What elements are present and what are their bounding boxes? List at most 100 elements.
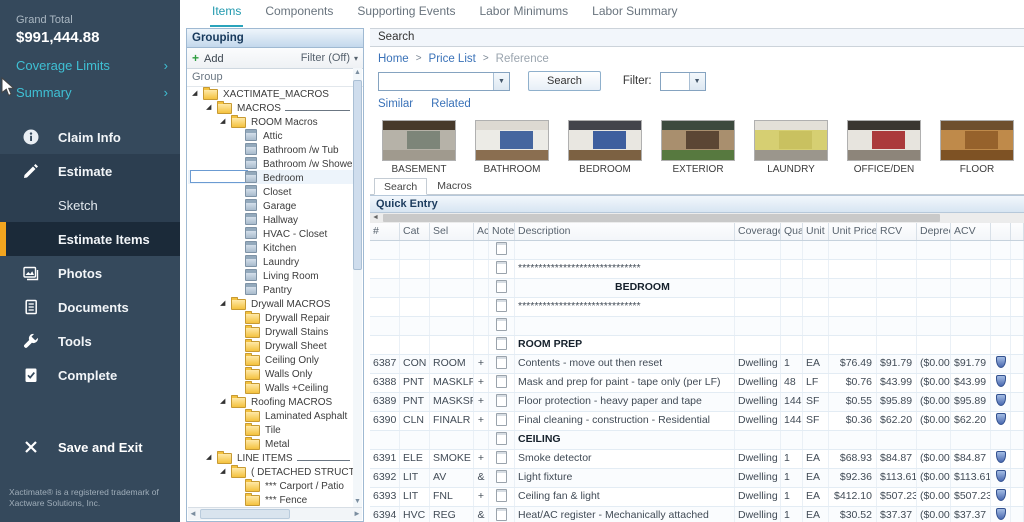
tab-components[interactable]: Components: [263, 1, 335, 27]
tree-item-laundry[interactable]: Laundry: [188, 254, 353, 268]
thumbnail-bathroom[interactable]: BATHROOM: [475, 120, 549, 175]
table-row[interactable]: 6394HVCREG&Heat/AC register - Mechanical…: [370, 507, 1024, 522]
table-row[interactable]: [370, 317, 1024, 336]
tree-item-xactimate-macros[interactable]: ◢XACTIMATE_MACROS: [188, 86, 353, 100]
scroll-right-arrow-icon[interactable]: ►: [352, 508, 362, 520]
tree-item-attic[interactable]: Attic: [188, 128, 353, 142]
note-icon[interactable]: [496, 451, 507, 464]
column-header-num[interactable]: #: [370, 223, 400, 240]
column-header-unit_price[interactable]: Unit Price: [829, 223, 877, 240]
tab-labor-summary[interactable]: Labor Summary: [590, 1, 679, 27]
tree-item-carport-patio[interactable]: *** Carport / Patio: [188, 478, 353, 492]
table-row[interactable]: ******************************: [370, 260, 1024, 279]
note-icon[interactable]: [496, 299, 507, 312]
tree-item-tile[interactable]: Tile: [188, 422, 353, 436]
tree-item-walls-ceiling[interactable]: Walls +Ceiling: [188, 380, 353, 394]
sidebar-item-estimate[interactable]: Estimate: [0, 154, 180, 188]
column-header-qty[interactable]: Qua: [781, 223, 803, 240]
note-icon[interactable]: [496, 318, 507, 331]
tree-expand-icon[interactable]: ◢: [206, 453, 217, 461]
note-icon[interactable]: [496, 394, 507, 407]
tree-item-drywall-repair[interactable]: Drywall Repair: [188, 310, 353, 324]
thumbnail-bedroom[interactable]: BEDROOM: [568, 120, 642, 175]
column-header-filler[interactable]: [1011, 223, 1024, 240]
tree-item-bedroom[interactable]: Bedroom: [188, 170, 353, 184]
sidebar-item-summary[interactable]: Summary ›: [16, 85, 168, 100]
tab-labor-minimums[interactable]: Labor Minimums: [477, 1, 570, 27]
tab-items[interactable]: Items: [210, 1, 243, 27]
sidebar-item-coverage-limits[interactable]: Coverage Limits ›: [16, 58, 168, 73]
add-group-button[interactable]: Add: [192, 51, 224, 65]
tree-item-ceiling-only[interactable]: Ceiling Only: [188, 352, 353, 366]
tree-item-garage[interactable]: Garage: [188, 198, 353, 212]
table-row[interactable]: 6392LITAV&Light fixtureDwelling1EA$92.36…: [370, 469, 1024, 488]
dropdown-arrow-icon[interactable]: ▼: [689, 73, 705, 90]
table-row[interactable]: 6388PNTMASKLFT+Mask and prep for paint -…: [370, 374, 1024, 393]
save-and-exit-button[interactable]: Save and Exit: [0, 430, 143, 464]
note-icon[interactable]: [496, 261, 507, 274]
tree-expand-icon[interactable]: ◢: [220, 397, 231, 405]
table-row[interactable]: 6393LITFNL+Ceiling fan & lightDwelling1E…: [370, 488, 1024, 507]
tree-vertical-scrollbar[interactable]: ▲ ▼: [353, 68, 362, 507]
tree-expand-icon[interactable]: ◢: [206, 103, 217, 111]
similar-link[interactable]: Similar: [378, 98, 413, 112]
tree-item-hvac-closet[interactable]: HVAC - Closet: [188, 226, 353, 240]
thumbnail-office-den[interactable]: OFFICE/DEN: [847, 120, 921, 175]
scrollbar-thumb[interactable]: [200, 509, 290, 519]
note-icon[interactable]: [496, 280, 507, 293]
note-icon[interactable]: [496, 508, 507, 521]
scroll-left-arrow-icon[interactable]: ◄: [188, 508, 198, 520]
table-row[interactable]: BEDROOM: [370, 279, 1024, 298]
tree-item-drywall-macros[interactable]: ◢Drywall MACROS: [188, 296, 353, 310]
column-header-coverage[interactable]: Coverage: [735, 223, 781, 240]
filter-input[interactable]: [661, 73, 689, 90]
column-header-sel[interactable]: Sel: [430, 223, 474, 240]
table-row[interactable]: 6391ELESMOKE+Smoke detectorDwelling1EA$6…: [370, 450, 1024, 469]
table-row[interactable]: [370, 241, 1024, 260]
column-header-desc[interactable]: Description: [515, 223, 735, 240]
sidebar-item-estimate-items[interactable]: Estimate Items: [0, 222, 180, 256]
note-icon[interactable]: [496, 470, 507, 483]
tree-item-macros[interactable]: ◢MACROS: [188, 100, 353, 114]
tree-item-living-room[interactable]: Living Room: [188, 268, 353, 282]
scroll-down-arrow-icon[interactable]: ▼: [353, 497, 362, 507]
subtab-macros[interactable]: Macros: [427, 177, 481, 194]
note-icon[interactable]: [496, 413, 507, 426]
sidebar-item-photos[interactable]: Photos: [0, 256, 180, 290]
table-row[interactable]: 6390CLNFINALR+Final cleaning - construct…: [370, 412, 1024, 431]
tree-item-fence[interactable]: *** Fence: [188, 492, 353, 506]
scroll-left-arrow-icon[interactable]: ◄: [372, 213, 379, 223]
tree-item-detached-structures[interactable]: ◢( DETACHED STRUCTURES ): [188, 464, 353, 478]
tree-item-walls-only[interactable]: Walls Only: [188, 366, 353, 380]
tree-item-pantry[interactable]: Pantry: [188, 282, 353, 296]
sidebar-item-tools[interactable]: Tools: [0, 324, 180, 358]
tab-supporting-events[interactable]: Supporting Events: [355, 1, 457, 27]
table-row[interactable]: ROOM PREP: [370, 336, 1024, 355]
note-icon[interactable]: [496, 337, 507, 350]
thumbnail-floor[interactable]: FLOOR: [940, 120, 1014, 175]
breadcrumb-home[interactable]: Home: [378, 53, 409, 65]
thumbnail-basement[interactable]: BASEMENT: [382, 120, 456, 175]
tree-item-kitchen[interactable]: Kitchen: [188, 240, 353, 254]
column-header-act[interactable]: Act: [474, 223, 489, 240]
sidebar-item-claim-info[interactable]: Claim Info: [0, 120, 180, 154]
table-row[interactable]: ******************************: [370, 298, 1024, 317]
scrollbar-thumb[interactable]: [353, 80, 362, 270]
column-header-flag[interactable]: [991, 223, 1011, 240]
note-icon[interactable]: [496, 375, 507, 388]
breadcrumb-price-list[interactable]: Price List: [429, 53, 476, 65]
tree-item-drywall-stains[interactable]: Drywall Stains: [188, 324, 353, 338]
column-header-notes[interactable]: Notes: [489, 223, 515, 240]
sidebar-item-complete[interactable]: Complete: [0, 358, 180, 392]
tree-item-metal[interactable]: Metal: [188, 436, 353, 450]
table-row[interactable]: CEILING: [370, 431, 1024, 450]
tree-expand-icon[interactable]: ◢: [220, 299, 231, 307]
tree-item-laminated-asphalt[interactable]: Laminated Asphalt: [188, 408, 353, 422]
tree-expand-icon[interactable]: ◢: [220, 467, 231, 475]
note-icon[interactable]: [496, 489, 507, 502]
column-header-deprec[interactable]: Deprec: [917, 223, 951, 240]
tree-item-roofing-macros[interactable]: ◢Roofing MACROS: [188, 394, 353, 408]
tree-expand-icon[interactable]: ◢: [192, 89, 203, 97]
thumbnail-exterior[interactable]: EXTERIOR: [661, 120, 735, 175]
search-input[interactable]: [379, 73, 493, 90]
